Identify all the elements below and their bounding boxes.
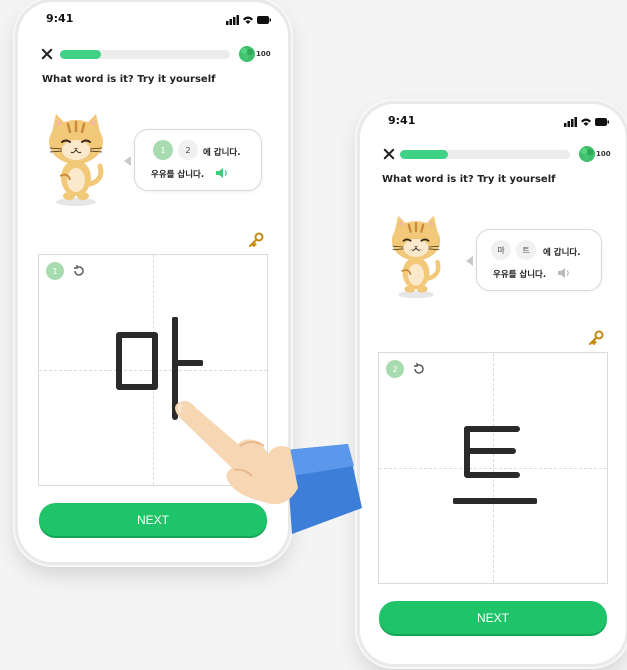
next-button[interactable]: NEXT xyxy=(379,601,607,634)
sentence-bubble: 1 2 에 갑니다. 우유를 삽니다. xyxy=(124,129,262,191)
sentence-suffix: 에 갑니다. xyxy=(203,148,241,158)
lesson-progress-bar xyxy=(60,50,230,59)
pointing-hand-illustration xyxy=(175,400,362,534)
cat-mascot xyxy=(391,215,441,299)
reset-icon[interactable] xyxy=(72,264,86,278)
blank-chip-2[interactable]: 트 xyxy=(516,240,536,260)
gem-count: 100 xyxy=(596,150,611,158)
lesson-progress-bar xyxy=(400,150,570,159)
blank-chip-1[interactable]: 마 xyxy=(491,240,511,260)
status-bar: 9:41 xyxy=(360,114,626,130)
gem-count: 100 xyxy=(256,50,271,58)
writing-board[interactable]: 2 xyxy=(378,352,608,584)
sentence-line-2: 우유를 삽니다. xyxy=(151,170,205,180)
gem-icon xyxy=(239,46,255,62)
blank-chip-1[interactable]: 1 xyxy=(153,140,173,160)
handwritten-glyph-teu xyxy=(453,426,537,504)
status-time: 9:41 xyxy=(46,12,74,25)
phone-screen-2: 9:41 100 What word is it? Try it yoursel… xyxy=(360,104,626,664)
status-time: 9:41 xyxy=(388,114,416,127)
sentence-line-2: 우유를 삽니다. xyxy=(493,270,547,280)
key-icon[interactable] xyxy=(248,232,264,248)
question-prompt: What word is it? Try it yourself xyxy=(382,174,556,185)
system-icons xyxy=(564,117,609,127)
cat-mascot xyxy=(49,114,104,206)
speaker-icon[interactable] xyxy=(215,167,229,179)
blank-chip-2[interactable]: 2 xyxy=(178,140,198,160)
system-icons xyxy=(226,15,271,25)
gem-icon xyxy=(579,146,595,162)
close-icon[interactable] xyxy=(40,47,54,61)
sentence-bubble: 마 트 에 갑니다. 우유를 삽니다. xyxy=(466,229,602,291)
step-badge: 1 xyxy=(46,262,64,280)
status-bar: 9:41 xyxy=(18,12,288,28)
close-icon[interactable] xyxy=(382,147,396,161)
reset-icon[interactable] xyxy=(412,362,426,376)
step-badge: 2 xyxy=(386,360,404,378)
sentence-suffix: 에 갑니다. xyxy=(543,248,581,258)
bubble-tail xyxy=(124,156,131,166)
key-icon[interactable] xyxy=(588,330,604,346)
top-bar: 100 xyxy=(18,46,288,66)
question-prompt: What word is it? Try it yourself xyxy=(42,74,216,85)
progress-fill xyxy=(60,50,101,59)
progress-fill xyxy=(400,150,448,159)
speaker-icon[interactable] xyxy=(557,267,571,279)
bubble-tail xyxy=(466,256,473,266)
top-bar: 100 xyxy=(360,146,626,166)
